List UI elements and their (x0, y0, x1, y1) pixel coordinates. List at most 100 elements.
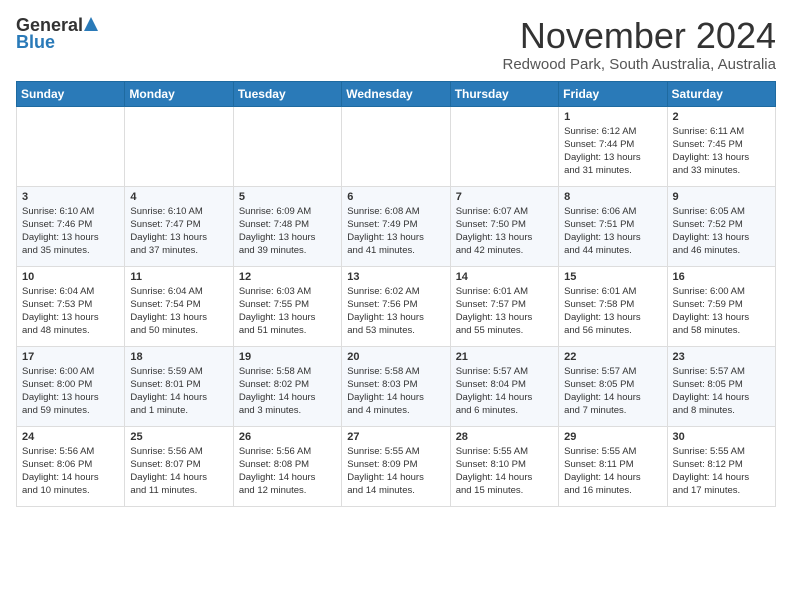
day-number: 20 (347, 351, 444, 363)
day-number: 11 (130, 271, 227, 283)
day-number: 15 (564, 271, 661, 283)
day-info: Sunrise: 6:06 AM Sunset: 7:51 PM Dayligh… (564, 205, 661, 258)
page-header: General Blue November 2024 Redwood Park,… (16, 16, 776, 73)
calendar-cell: 17 Sunrise: 6:00 AM Sunset: 8:00 PM Dayli… (17, 346, 125, 426)
calendar-cell: 11 Sunrise: 6:04 AM Sunset: 7:54 PM Dayli… (125, 266, 233, 346)
logo-blue-text: Blue (16, 32, 55, 53)
calendar-cell: 2Sunrise: 6:11 AM Sunset: 7:45 PM Daylig… (667, 106, 775, 186)
calendar-cell (125, 106, 233, 186)
day-info: Sunrise: 6:00 AM Sunset: 8:00 PM Dayligh… (22, 365, 119, 418)
day-info: Sunrise: 5:56 AM Sunset: 8:08 PM Dayligh… (239, 445, 336, 498)
calendar-cell: 14Sunrise: 6:01 AM Sunset: 7:57 PM Dayli… (450, 266, 558, 346)
calendar-cell: 23 Sunrise: 5:57 AM Sunset: 8:05 PM Dayli… (667, 346, 775, 426)
day-info: Sunrise: 5:59 AM Sunset: 8:01 PM Dayligh… (130, 365, 227, 418)
weekday-header-thursday: Thursday (450, 81, 558, 106)
day-info: Sunrise: 5:58 AM Sunset: 8:02 PM Dayligh… (239, 365, 336, 418)
day-number: 24 (22, 431, 119, 443)
day-number: 30 (673, 431, 770, 443)
day-info: Sunrise: 5:56 AM Sunset: 8:07 PM Dayligh… (130, 445, 227, 498)
day-info: Sunrise: 6:04 AM Sunset: 7:53 PM Dayligh… (22, 285, 119, 338)
day-number: 10 (22, 271, 119, 283)
day-info: Sunrise: 5:57 AM Sunset: 8:05 PM Dayligh… (564, 365, 661, 418)
day-number: 8 (564, 191, 661, 203)
day-info: Sunrise: 6:11 AM Sunset: 7:45 PM Dayligh… (673, 125, 770, 178)
day-number: 13 (347, 271, 444, 283)
calendar-cell: 3 Sunrise: 6:10 AM Sunset: 7:46 PM Daylig… (17, 186, 125, 266)
day-number: 3 (22, 191, 119, 203)
day-info: Sunrise: 6:01 AM Sunset: 7:57 PM Dayligh… (456, 285, 553, 338)
day-info: Sunrise: 6:09 AM Sunset: 7:48 PM Dayligh… (239, 205, 336, 258)
weekday-header-monday: Monday (125, 81, 233, 106)
calendar-week-4: 17 Sunrise: 6:00 AM Sunset: 8:00 PM Dayli… (17, 346, 776, 426)
logo-icon (84, 17, 98, 31)
day-number: 19 (239, 351, 336, 363)
day-info: Sunrise: 5:55 AM Sunset: 8:09 PM Dayligh… (347, 445, 444, 498)
calendar-week-2: 3 Sunrise: 6:10 AM Sunset: 7:46 PM Daylig… (17, 186, 776, 266)
calendar-cell: 28 Sunrise: 5:55 AM Sunset: 8:10 PM Dayli… (450, 426, 558, 506)
day-number: 26 (239, 431, 336, 443)
day-number: 9 (673, 191, 770, 203)
calendar-table: SundayMondayTuesdayWednesdayThursdayFrid… (16, 81, 776, 507)
day-info: Sunrise: 6:04 AM Sunset: 7:54 PM Dayligh… (130, 285, 227, 338)
day-number: 17 (22, 351, 119, 363)
weekday-header-row: SundayMondayTuesdayWednesdayThursdayFrid… (17, 81, 776, 106)
calendar-cell: 8 Sunrise: 6:06 AM Sunset: 7:51 PM Daylig… (559, 186, 667, 266)
weekday-header-saturday: Saturday (667, 81, 775, 106)
weekday-header-wednesday: Wednesday (342, 81, 450, 106)
calendar-cell: 12 Sunrise: 6:03 AM Sunset: 7:55 PM Dayli… (233, 266, 341, 346)
calendar-week-5: 24Sunrise: 5:56 AM Sunset: 8:06 PM Dayli… (17, 426, 776, 506)
calendar-cell: 7 Sunrise: 6:07 AM Sunset: 7:50 PM Daylig… (450, 186, 558, 266)
calendar-cell: 15 Sunrise: 6:01 AM Sunset: 7:58 PM Dayli… (559, 266, 667, 346)
calendar-cell (17, 106, 125, 186)
day-number: 6 (347, 191, 444, 203)
calendar-cell: 25 Sunrise: 5:56 AM Sunset: 8:07 PM Dayli… (125, 426, 233, 506)
weekday-header-sunday: Sunday (17, 81, 125, 106)
day-number: 12 (239, 271, 336, 283)
day-number: 21 (456, 351, 553, 363)
calendar-cell (342, 106, 450, 186)
calendar-cell: 4Sunrise: 6:10 AM Sunset: 7:47 PM Daylig… (125, 186, 233, 266)
calendar-week-3: 10 Sunrise: 6:04 AM Sunset: 7:53 PM Dayli… (17, 266, 776, 346)
calendar-week-1: 1Sunrise: 6:12 AM Sunset: 7:44 PM Daylig… (17, 106, 776, 186)
day-info: Sunrise: 5:55 AM Sunset: 8:10 PM Dayligh… (456, 445, 553, 498)
day-number: 25 (130, 431, 227, 443)
calendar-cell: 1Sunrise: 6:12 AM Sunset: 7:44 PM Daylig… (559, 106, 667, 186)
calendar-cell: 9 Sunrise: 6:05 AM Sunset: 7:52 PM Daylig… (667, 186, 775, 266)
calendar-cell: 26 Sunrise: 5:56 AM Sunset: 8:08 PM Dayli… (233, 426, 341, 506)
calendar-cell: 10 Sunrise: 6:04 AM Sunset: 7:53 PM Dayli… (17, 266, 125, 346)
title-block: November 2024 Redwood Park, South Austra… (503, 16, 777, 73)
day-info: Sunrise: 5:55 AM Sunset: 8:11 PM Dayligh… (564, 445, 661, 498)
day-info: Sunrise: 6:00 AM Sunset: 7:59 PM Dayligh… (673, 285, 770, 338)
calendar-cell (450, 106, 558, 186)
calendar-cell: 5 Sunrise: 6:09 AM Sunset: 7:48 PM Daylig… (233, 186, 341, 266)
day-info: Sunrise: 5:57 AM Sunset: 8:05 PM Dayligh… (673, 365, 770, 418)
day-number: 7 (456, 191, 553, 203)
day-number: 16 (673, 271, 770, 283)
calendar-cell: 6Sunrise: 6:08 AM Sunset: 7:49 PM Daylig… (342, 186, 450, 266)
logo: General Blue (16, 16, 98, 53)
day-info: Sunrise: 5:57 AM Sunset: 8:04 PM Dayligh… (456, 365, 553, 418)
day-number: 4 (130, 191, 227, 203)
day-number: 28 (456, 431, 553, 443)
day-number: 23 (673, 351, 770, 363)
day-info: Sunrise: 6:03 AM Sunset: 7:55 PM Dayligh… (239, 285, 336, 338)
calendar-cell: 19 Sunrise: 5:58 AM Sunset: 8:02 PM Dayli… (233, 346, 341, 426)
day-info: Sunrise: 6:05 AM Sunset: 7:52 PM Dayligh… (673, 205, 770, 258)
day-number: 5 (239, 191, 336, 203)
location: Redwood Park, South Australia, Australia (503, 56, 777, 73)
calendar-cell: 24Sunrise: 5:56 AM Sunset: 8:06 PM Dayli… (17, 426, 125, 506)
day-number: 18 (130, 351, 227, 363)
weekday-header-tuesday: Tuesday (233, 81, 341, 106)
calendar-cell: 13 Sunrise: 6:02 AM Sunset: 7:56 PM Dayli… (342, 266, 450, 346)
day-info: Sunrise: 5:58 AM Sunset: 8:03 PM Dayligh… (347, 365, 444, 418)
day-info: Sunrise: 5:55 AM Sunset: 8:12 PM Dayligh… (673, 445, 770, 498)
day-number: 1 (564, 111, 661, 123)
day-info: Sunrise: 6:10 AM Sunset: 7:46 PM Dayligh… (22, 205, 119, 258)
day-number: 27 (347, 431, 444, 443)
day-info: Sunrise: 6:07 AM Sunset: 7:50 PM Dayligh… (456, 205, 553, 258)
month-title: November 2024 (503, 16, 777, 56)
day-info: Sunrise: 6:01 AM Sunset: 7:58 PM Dayligh… (564, 285, 661, 338)
calendar-cell: 18 Sunrise: 5:59 AM Sunset: 8:01 PM Dayli… (125, 346, 233, 426)
day-info: Sunrise: 6:02 AM Sunset: 7:56 PM Dayligh… (347, 285, 444, 338)
calendar-cell: 20 Sunrise: 5:58 AM Sunset: 8:03 PM Dayli… (342, 346, 450, 426)
